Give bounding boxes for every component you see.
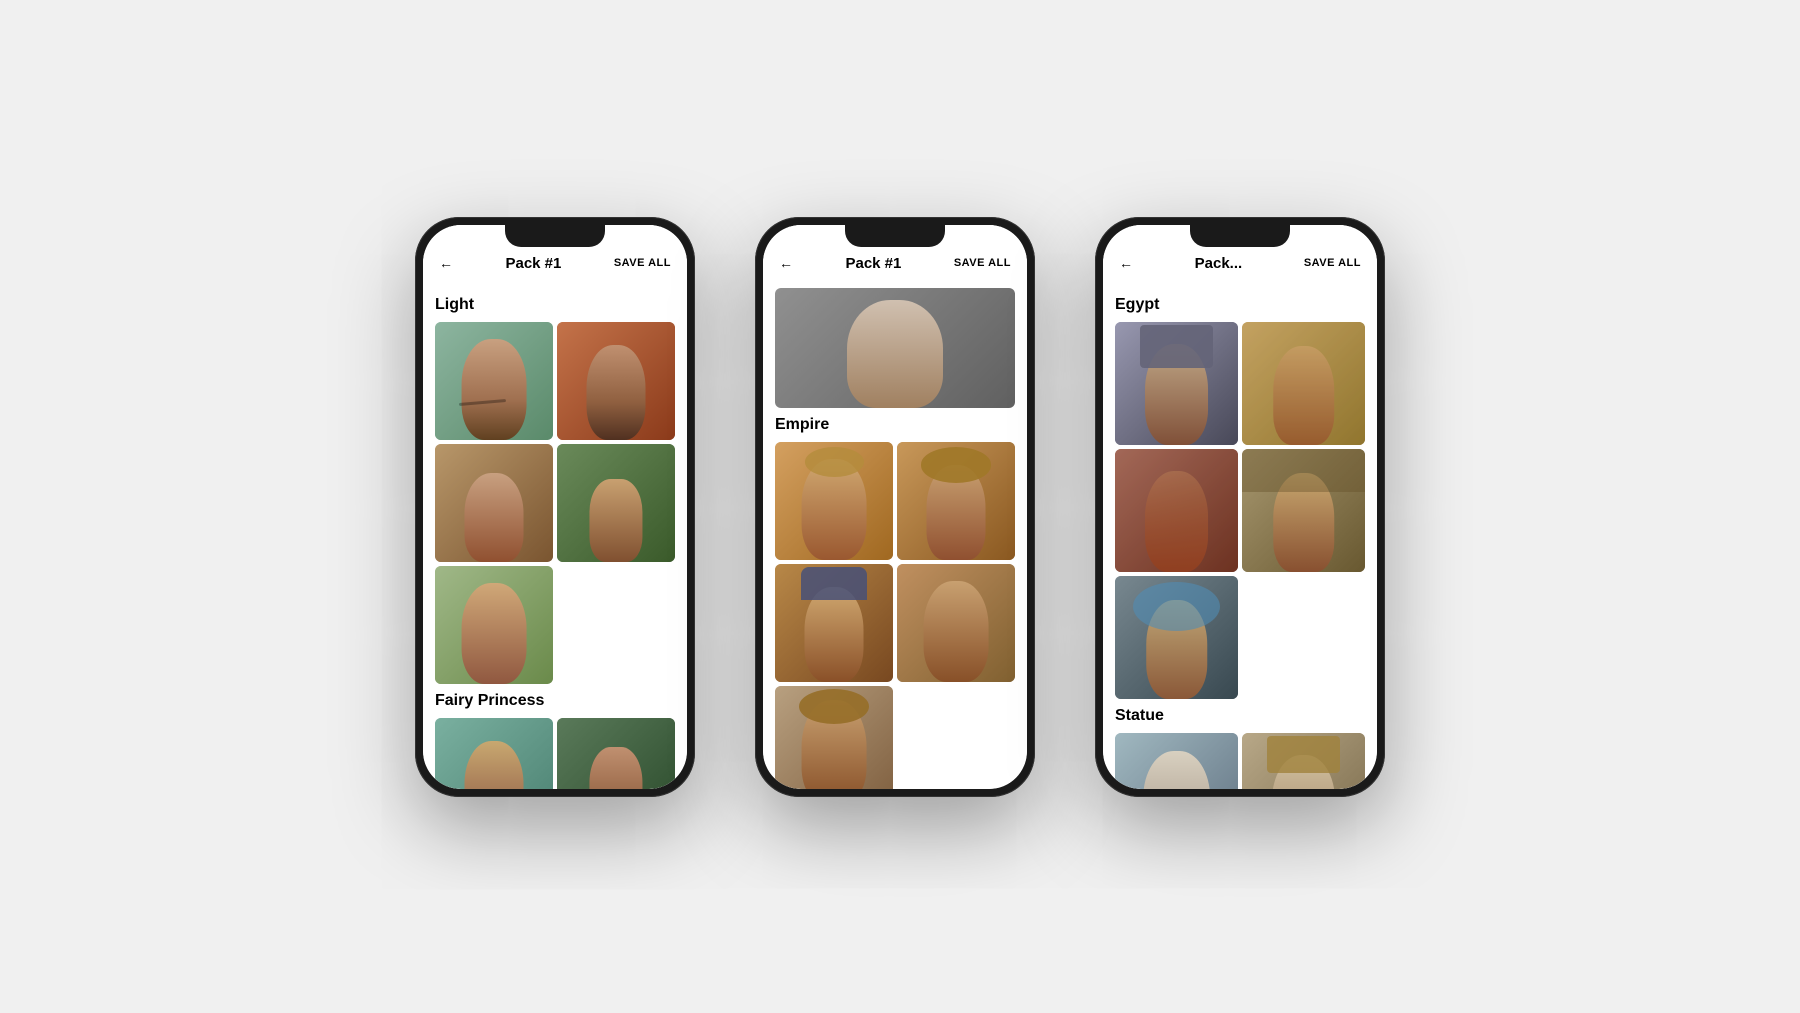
title-3: Pack... [1195,255,1243,272]
title-2: Pack #1 [845,255,901,272]
save-all-3[interactable]: SAVE ALL [1304,257,1361,269]
image-cell[interactable] [1242,733,1365,789]
image-cell[interactable] [775,564,893,682]
notch-2 [845,225,945,247]
scroll-area-3: Egypt [1103,280,1377,789]
empire-grid-row1 [775,442,1015,560]
image-cell[interactable] [775,686,893,789]
light-grid-row3 [435,566,675,684]
scroll-area-1: Light [423,280,687,789]
fairy-grid-row1 [435,718,675,789]
empire-grid-row2 [775,564,1015,682]
light-grid-row2 [435,444,675,562]
section-label-statue: Statue [1115,707,1365,725]
save-all-2[interactable]: SAVE ALL [954,257,1011,269]
image-cell[interactable] [435,718,553,789]
image-cell[interactable] [1115,322,1238,445]
save-all-1[interactable]: SAVE ALL [614,257,671,269]
back-button-2[interactable]: ← [779,255,793,271]
image-cell[interactable] [897,564,1015,682]
statue-grid-row1 [1115,733,1365,789]
image-cell[interactable] [897,442,1015,560]
notch-1 [505,225,605,247]
image-cell-empty [557,566,675,684]
image-cell[interactable] [1115,449,1238,572]
image-cell[interactable] [435,444,553,562]
image-cell-top[interactable] [775,288,1015,408]
top-partial-grid [775,288,1015,408]
egypt-grid-row2 [1115,449,1365,572]
empire-grid-row3 [775,686,1015,789]
image-cell[interactable] [557,322,675,440]
image-cell[interactable] [1115,576,1238,699]
image-cell[interactable] [557,718,675,789]
image-cell[interactable] [435,322,553,440]
title-1: Pack #1 [505,255,561,272]
image-cell[interactable] [1242,322,1365,445]
image-cell[interactable] [435,566,553,684]
scroll-area-2: Empire [763,280,1027,789]
section-label-empire: Empire [775,416,1015,434]
section-label-egypt: Egypt [1115,296,1365,314]
section-label-light: Light [435,296,675,314]
light-grid-row1 [435,322,675,440]
back-button-3[interactable]: ← [1119,255,1133,271]
section-label-fairy: Fairy Princess [435,692,675,710]
image-cell[interactable] [775,442,893,560]
egypt-grid-row3 [1115,576,1365,699]
image-cell[interactable] [557,444,675,562]
phone-3: ← Pack... SAVE ALL Egypt [1095,217,1385,797]
image-cell-empty [1242,576,1365,699]
egypt-grid-row1 [1115,322,1365,445]
phone-2: ← Pack #1 SAVE ALL Empire [755,217,1035,797]
back-button-1[interactable]: ← [439,255,453,271]
image-cell-empty [897,686,1015,789]
phone-1: ← Pack #1 SAVE ALL Light [415,217,695,797]
image-cell[interactable] [1115,733,1238,789]
notch-3 [1190,225,1290,247]
image-cell[interactable] [1242,449,1365,572]
